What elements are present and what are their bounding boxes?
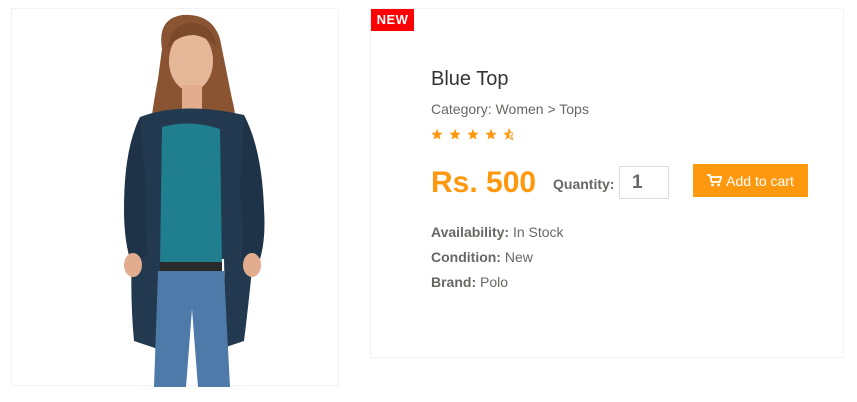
star-half-icon: [503, 128, 509, 140]
availability-row: Availability: In Stock: [431, 224, 564, 240]
product-image: [124, 14, 265, 387]
new-badge-label: NEW: [376, 12, 409, 27]
star-icon: [485, 128, 497, 140]
quantity-label: Quantity:: [553, 176, 615, 192]
shopping-cart-icon: [707, 174, 723, 187]
brand-row: Brand: Polo: [431, 274, 508, 290]
condition-value: New: [504, 249, 533, 265]
add-to-cart-label: Add to cart: [726, 172, 794, 189]
product-price: Rs. 500: [431, 166, 537, 199]
availability-value: In Stock: [512, 224, 564, 240]
star-icon: [467, 128, 479, 140]
add-to-cart-button[interactable]: Add to cart: [693, 164, 808, 197]
star-icon: [431, 128, 443, 140]
product-title: Blue Top: [431, 68, 509, 90]
product-image-panel: [11, 8, 339, 387]
availability-label: Availability:: [431, 224, 510, 240]
star-icon: [449, 128, 461, 140]
rating-stars: [431, 128, 513, 142]
brand-value: Polo: [480, 274, 509, 290]
star-icon: [431, 128, 513, 141]
condition-label: Condition:: [431, 249, 501, 265]
quantity-input[interactable]: [619, 166, 669, 199]
new-badge: NEW: [371, 9, 414, 31]
brand-label: Brand:: [431, 274, 477, 290]
product-category: Category: Women > Tops: [431, 101, 589, 117]
condition-row: Condition: New: [431, 249, 533, 265]
